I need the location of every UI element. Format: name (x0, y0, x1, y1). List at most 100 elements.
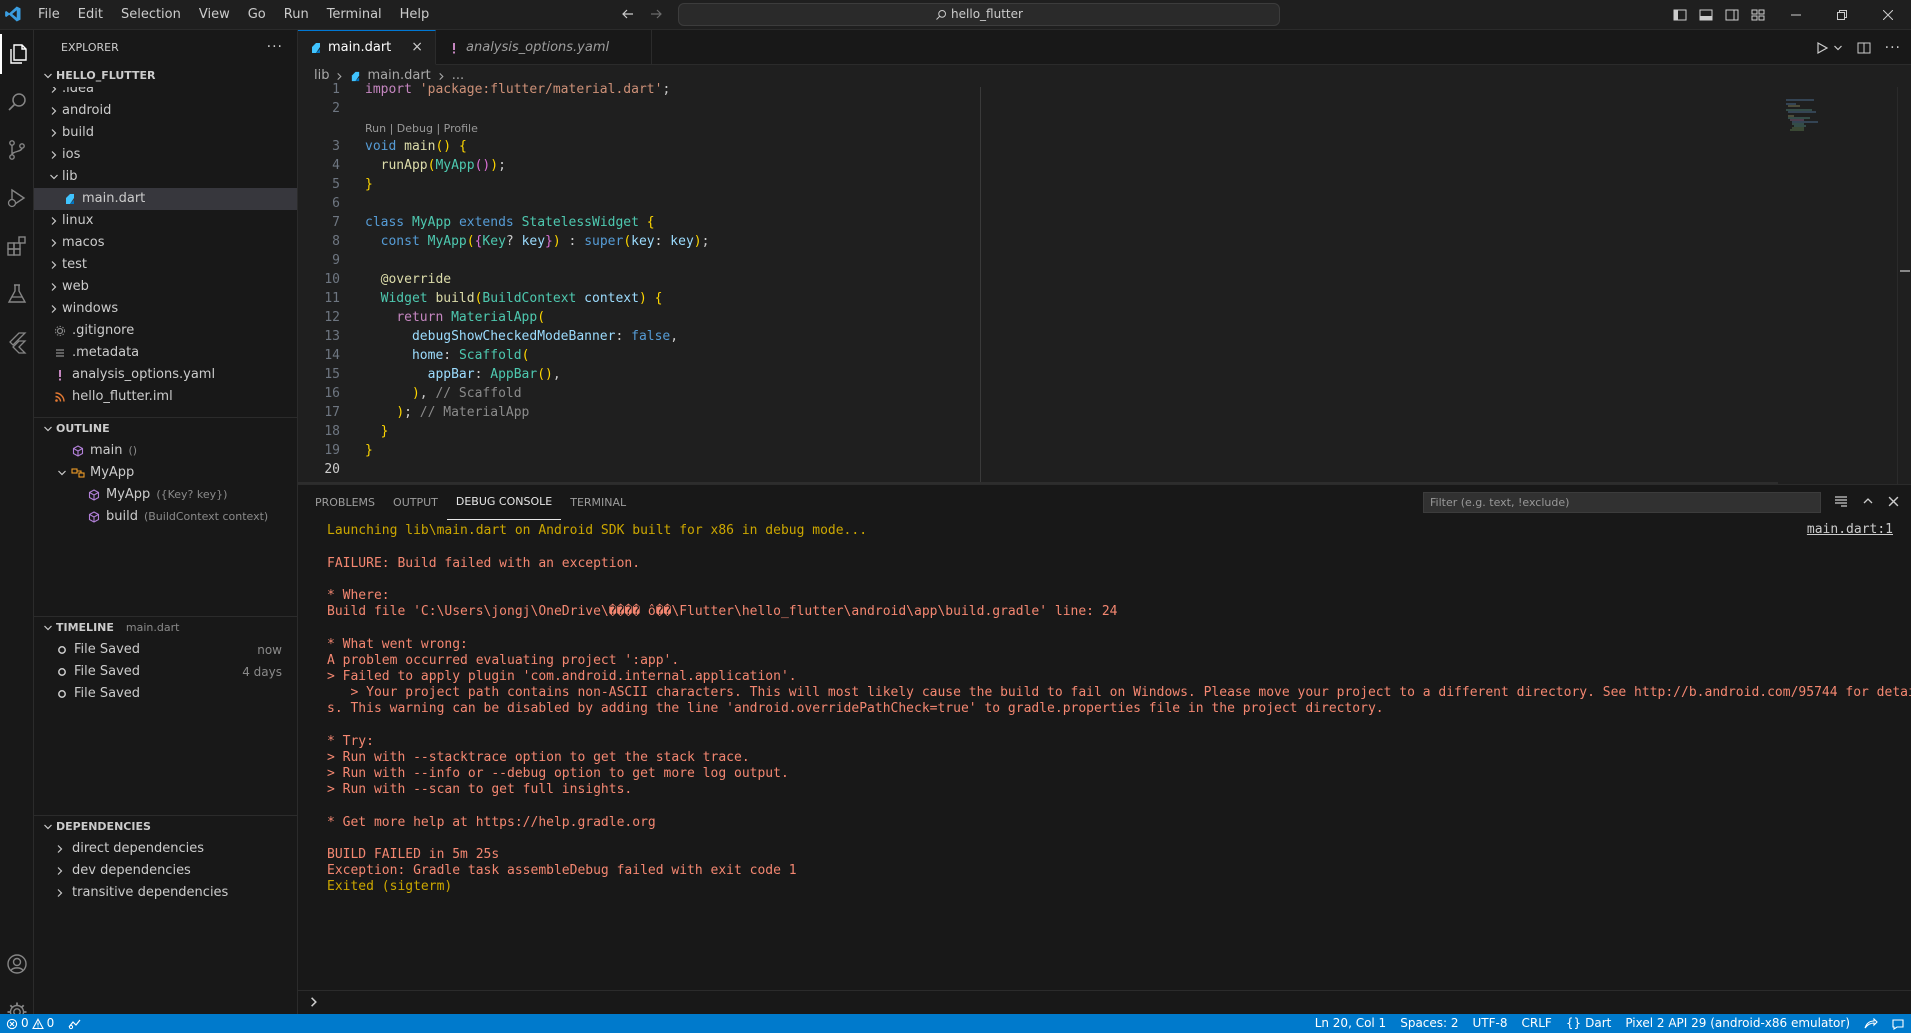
chevron-right-icon (52, 888, 68, 898)
console-line: * Try: (327, 734, 374, 749)
yaml-file-icon (52, 369, 68, 381)
tree-item-iml[interactable]: hello_flutter.iml (34, 386, 297, 407)
tab-debug-console[interactable]: DEBUG CONSOLE (446, 485, 562, 520)
back-arrow-icon[interactable] (620, 6, 636, 22)
outline-item-main[interactable]: main() (34, 440, 297, 462)
codelens-run-debug-profile[interactable]: Run | Debug | Profile (365, 121, 478, 137)
tree-item-main-dart[interactable]: main.dart (34, 188, 297, 210)
dependency-group-direct[interactable]: direct dependencies (34, 838, 297, 860)
tab-problems[interactable]: PROBLEMS (306, 485, 384, 520)
dependency-group-transitive[interactable]: transitive dependencies (34, 882, 297, 904)
timeline-header[interactable]: TIMELINE main.dart (34, 617, 297, 639)
timeline-item[interactable]: File Saved (34, 683, 297, 705)
tree-item-ios[interactable]: ios (34, 144, 297, 166)
close-panel-icon[interactable] (1888, 496, 1899, 507)
dependency-group-dev[interactable]: dev dependencies (34, 860, 297, 882)
toggle-secondary-sidebar-icon[interactable] (1724, 7, 1740, 23)
search-view-icon[interactable] (0, 82, 34, 122)
more-actions-icon[interactable]: ··· (267, 30, 283, 65)
console-line: * Get more help at https://help.gradle.o… (327, 815, 656, 830)
run-play-icon[interactable] (1815, 41, 1829, 55)
outline-item-myapp-class[interactable]: MyApp (34, 462, 297, 484)
code-line-text: ); // MaterialApp (396, 405, 530, 420)
clear-console-icon[interactable] (1834, 494, 1848, 508)
tree-item-metadata[interactable]: .metadata (34, 342, 297, 364)
dependencies-header[interactable]: DEPENDENCIES (34, 816, 297, 838)
tree-item-web[interactable]: web (34, 276, 297, 298)
tree-item-build[interactable]: build (34, 122, 297, 144)
console-line: > Your project path contains non-ASCII c… (327, 685, 1911, 700)
forward-arrow-icon[interactable] (648, 6, 664, 22)
language-mode[interactable]: {} Dart (1559, 1014, 1619, 1033)
source-control-icon[interactable] (0, 130, 34, 170)
timeline-item[interactable]: File Saved 4 days (34, 661, 297, 683)
notifications-icon[interactable] (1885, 1018, 1911, 1030)
flutter-icon[interactable] (0, 322, 34, 362)
tab-main-dart[interactable]: main.dart × (298, 30, 437, 65)
menu-view[interactable]: View (190, 0, 239, 30)
tab-terminal[interactable]: TERMINAL (561, 485, 635, 520)
tree-item-test[interactable]: test (34, 254, 297, 276)
customize-layout-icon[interactable] (1750, 7, 1766, 23)
minimap[interactable] (1786, 99, 1846, 139)
more-actions-icon[interactable]: ··· (1885, 40, 1901, 56)
debug-console-input[interactable] (298, 990, 1911, 1015)
minimize-icon[interactable] (1773, 0, 1819, 30)
split-editor-icon[interactable] (1857, 41, 1871, 55)
explorer-icon[interactable] (0, 34, 34, 74)
tab-output[interactable]: OUTPUT (384, 485, 447, 520)
tab-analysis-options[interactable]: analysis_options.yaml (436, 30, 653, 65)
warning-icon[interactable] (31, 1017, 44, 1030)
chevron-down-icon[interactable] (1833, 43, 1843, 53)
menu-file[interactable]: File (29, 0, 69, 30)
warning-count[interactable]: 0 (47, 1014, 55, 1033)
console-source-link[interactable]: main.dart:1 (1807, 522, 1893, 537)
file-encoding[interactable]: UTF-8 (1466, 1014, 1515, 1033)
live-share-icon[interactable] (1857, 1017, 1885, 1030)
editor-scrollbar[interactable] (1897, 87, 1911, 484)
end-of-line[interactable]: CRLF (1515, 1014, 1559, 1033)
tree-item-android[interactable]: android (34, 100, 297, 122)
tree-item-windows[interactable]: windows (34, 298, 297, 320)
tree-item-linux[interactable]: linux (34, 210, 297, 232)
testing-flask-icon[interactable] (0, 274, 34, 314)
console-filter-input[interactable]: Filter (e.g. text, !exclude) (1423, 492, 1821, 513)
maximize-panel-icon[interactable] (1862, 495, 1874, 507)
tree-item-idea[interactable]: .idea (34, 87, 297, 100)
tree-item-gitignore[interactable]: .gitignore (34, 320, 297, 342)
restore-icon[interactable] (1819, 0, 1865, 30)
code-editor[interactable]: 1 import 'package:flutter/material.dart';… (298, 82, 1911, 484)
toggle-panel-icon[interactable] (1698, 7, 1714, 23)
toggle-primary-sidebar-icon[interactable] (1672, 7, 1688, 23)
outline-item-build[interactable]: build (BuildContext context) (34, 506, 297, 528)
cursor-position[interactable]: Ln 20, Col 1 (1308, 1014, 1394, 1033)
outline-item-myapp-constructor[interactable]: MyApp ({Key? key}) (34, 484, 297, 506)
folder-header[interactable]: HELLO_FLUTTER (34, 65, 297, 87)
timeline-item[interactable]: File Saved now (34, 639, 297, 661)
accounts-icon[interactable] (0, 944, 34, 984)
class-icon (70, 467, 86, 479)
menu-help[interactable]: Help (391, 0, 439, 30)
error-count[interactable]: 0 (21, 1014, 29, 1033)
extensions-icon[interactable] (0, 226, 34, 266)
indentation[interactable]: Spaces: 2 (1393, 1014, 1465, 1033)
outline-header[interactable]: OUTLINE (34, 418, 297, 440)
menu-edit[interactable]: Edit (69, 0, 112, 30)
run-and-debug-icon[interactable] (0, 178, 34, 218)
menu-go[interactable]: Go (239, 0, 275, 30)
command-center[interactable]: hello_flutter (678, 3, 1280, 26)
menu-run[interactable]: Run (275, 0, 318, 30)
menu-selection[interactable]: Selection (112, 0, 190, 30)
device-selector[interactable]: Pixel 2 API 29 (android-x86 emulator) (1618, 1014, 1857, 1033)
chevron-right-icon (46, 304, 62, 314)
tree-item-lib[interactable]: lib (34, 166, 297, 188)
code-line-text: home: Scaffold( (411, 348, 530, 363)
tree-item-analysis-options[interactable]: analysis_options.yaml (34, 364, 297, 386)
close-icon[interactable]: × (411, 30, 423, 65)
close-window-icon[interactable] (1865, 0, 1911, 30)
tree-item-macos[interactable]: macos (34, 232, 297, 254)
menu-terminal[interactable]: Terminal (318, 0, 391, 30)
debug-remote-icon[interactable] (67, 1018, 81, 1030)
code-line: 10 @override (324, 272, 452, 287)
error-icon[interactable] (6, 1018, 18, 1030)
